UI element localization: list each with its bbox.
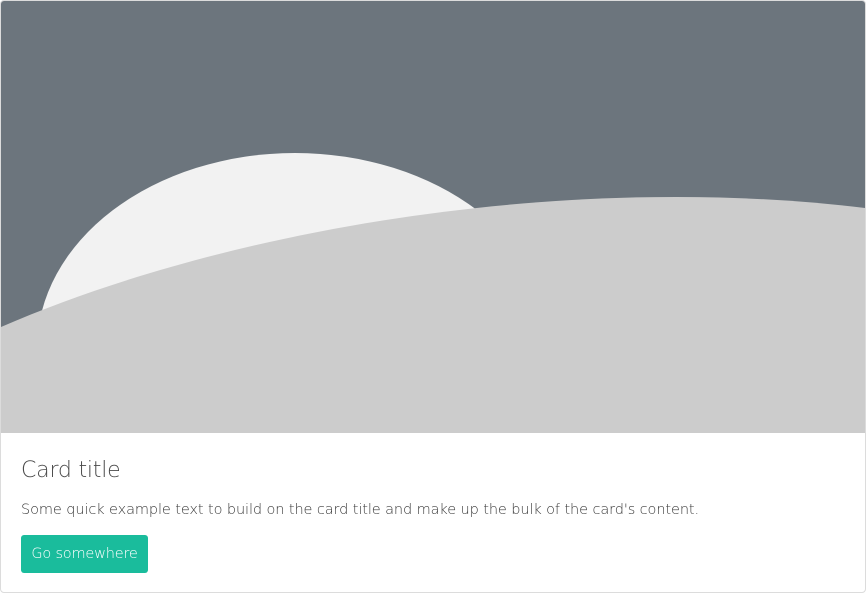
card-image [1,1,865,433]
go-somewhere-button[interactable]: Go somewhere [21,535,148,573]
card: Card title Some quick example text to bu… [0,0,866,593]
card-body: Card title Some quick example text to bu… [21,433,845,573]
card-title: Card title [21,458,121,483]
card-text: Some quick example text to build on the … [21,502,699,518]
